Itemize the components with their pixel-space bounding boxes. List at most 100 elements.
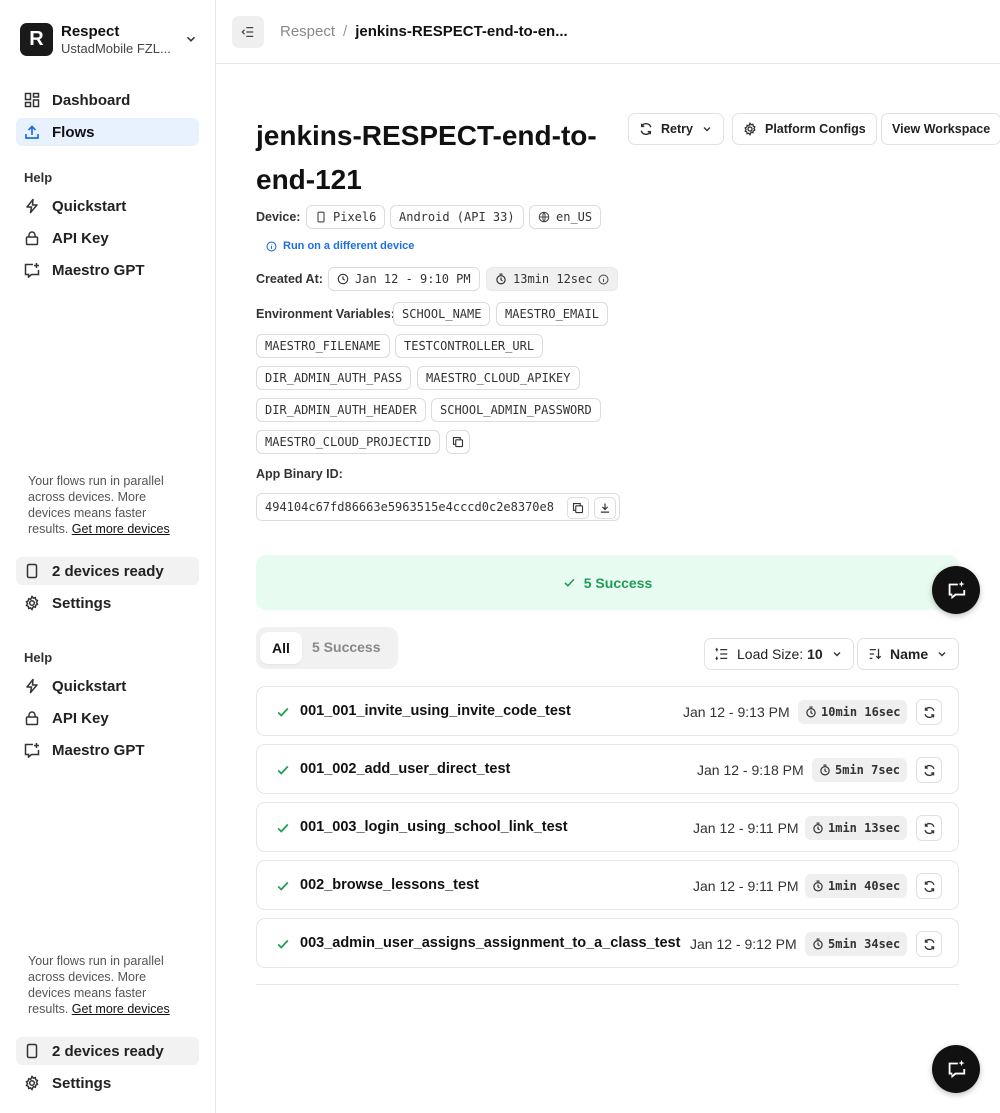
info-icon — [598, 273, 610, 285]
collapse-sidebar-button[interactable] — [232, 16, 264, 48]
globe-icon — [538, 211, 550, 223]
devices-ready-item-2[interactable]: 2 devices ready — [16, 1037, 199, 1065]
view-workspace-button[interactable]: View Workspace — [881, 113, 1000, 145]
platform-configs-label: Platform Configs — [765, 122, 866, 136]
load-size-value: 10 — [807, 646, 823, 662]
rerun-flow-button[interactable] — [916, 757, 942, 783]
flow-row[interactable]: 001_001_invite_using_invite_code_test Ja… — [256, 686, 959, 736]
rerun-flow-button[interactable] — [916, 931, 942, 957]
success-summary-text: 5 Success — [583, 574, 653, 591]
sort-by-label: Name — [890, 646, 929, 662]
sidebar-item-quickstart[interactable]: Quickstart — [16, 192, 199, 220]
rerun-flow-button[interactable] — [916, 815, 942, 841]
run-on-different-device-link[interactable]: Run on a different device — [266, 240, 414, 252]
sidebar-collapse-icon — [241, 26, 254, 38]
filter-all-tab[interactable]: All — [260, 632, 302, 664]
sidebar-item-label: Settings — [52, 594, 112, 612]
sort-by-select[interactable]: Name — [857, 638, 960, 670]
flow-duration-value: 5min 34sec — [828, 937, 901, 951]
gear-icon — [744, 122, 756, 136]
flow-row[interactable]: 001_003_login_using_school_link_test Jan… — [256, 802, 959, 852]
copy-env-vars-button[interactable] — [446, 430, 470, 454]
help-section-label: Help — [24, 170, 53, 185]
sidebar-item-label: Settings — [52, 1074, 112, 1092]
load-size-select[interactable]: Load Size: 10 — [704, 638, 854, 670]
env-var-name: SCHOOL_NAME — [402, 307, 482, 321]
check-icon — [277, 939, 289, 949]
sidebar-item-quickstart-2[interactable]: Quickstart — [16, 672, 199, 700]
flow-duration: 10min 16sec — [798, 700, 908, 724]
ai-chat-button-2[interactable] — [932, 1045, 980, 1093]
copy-icon — [452, 436, 464, 448]
env-var-chip: DIR_ADMIN_AUTH_HEADER — [256, 398, 426, 422]
org-switcher[interactable]: R Respect UstadMobile FZL... — [20, 20, 198, 58]
stopwatch-icon — [820, 764, 830, 776]
status-filter: All 5 Success — [256, 627, 398, 669]
stopwatch-icon — [813, 938, 823, 950]
platform-configs-button[interactable]: Platform Configs — [732, 113, 877, 145]
flow-time: Jan 12 - 9:13 PM — [683, 704, 790, 720]
env-var-name: DIR_ADMIN_AUTH_HEADER — [265, 403, 417, 417]
flow-duration: 1min 40sec — [805, 874, 908, 898]
phone-icon — [26, 1043, 38, 1059]
sidebar-item-settings[interactable]: Settings — [16, 589, 199, 617]
env-var-name: SCHOOL_ADMIN_PASSWORD — [440, 403, 592, 417]
download-binary-button[interactable] — [594, 497, 616, 519]
sidebar-item-label: Quickstart — [52, 677, 127, 695]
rerun-flow-button[interactable] — [916, 873, 942, 899]
copy-binary-id-button[interactable] — [567, 497, 589, 519]
env-var-name: DIR_ADMIN_AUTH_PASS — [265, 371, 403, 385]
created-at-label: Created At: — [256, 272, 323, 286]
env-var-name: MAESTRO_FILENAME — [265, 339, 381, 353]
sidebar-item-maestro-gpt-2[interactable]: Maestro GPT — [16, 736, 199, 764]
rerun-flow-button[interactable] — [916, 699, 942, 725]
flow-row[interactable]: 003_admin_user_assigns_assignment_to_a_c… — [256, 918, 959, 968]
flow-row[interactable]: 001_002_add_user_direct_test Jan 12 - 9:… — [256, 744, 959, 794]
flow-name: 001_001_invite_using_invite_code_test — [300, 703, 571, 719]
device-locale: en_US — [556, 210, 593, 224]
sidebar-item-maestro-gpt[interactable]: Maestro GPT — [16, 256, 199, 284]
run-on-different-device-label: Run on a different device — [283, 240, 415, 252]
created-at-chip: Jan 12 - 9:10 PM — [328, 267, 480, 291]
check-icon — [277, 707, 289, 717]
page-title: jenkins-RESPECT-end-to-end-121 — [256, 120, 597, 195]
copy-icon — [572, 502, 584, 514]
sidebar-item-settings-2[interactable]: Settings — [16, 1069, 199, 1097]
sidebar-item-api-key-2[interactable]: API Key — [16, 704, 199, 732]
chevron-down-icon — [186, 36, 196, 42]
env-var-name: TESTCONTROLLER_URL — [404, 339, 535, 353]
sidebar-item-flows[interactable]: Flows — [16, 118, 199, 146]
get-more-devices-link[interactable]: Get more devices — [72, 522, 170, 536]
check-icon — [277, 881, 289, 891]
load-size-label: Load Size: — [737, 646, 804, 662]
breadcrumb-separator: / — [343, 23, 348, 40]
devices-ready-item[interactable]: 2 devices ready — [16, 557, 199, 585]
ai-chat-button[interactable] — [932, 566, 980, 614]
sidebar-item-api-key[interactable]: API Key — [16, 224, 199, 252]
sidebar-item-dashboard[interactable]: Dashboard — [16, 86, 199, 114]
flow-row[interactable]: 002_browse_lessons_test Jan 12 - 9:11 PM… — [256, 860, 959, 910]
env-var-chip: MAESTRO_CLOUD_PROJECTID — [256, 430, 441, 454]
flow-time: Jan 12 - 9:11 PM — [693, 878, 799, 894]
breadcrumb-root-link[interactable]: Respect — [280, 23, 335, 40]
sidebar-item-label: Maestro GPT — [52, 741, 145, 759]
env-var-name: MAESTRO_CLOUD_APIKEY — [426, 371, 571, 385]
total-duration-chip: 13min 12sec — [486, 267, 619, 291]
lock-icon — [25, 231, 39, 246]
env-var-chip: TESTCONTROLLER_URL — [395, 334, 544, 358]
stopwatch-icon — [496, 273, 506, 285]
flow-duration: 1min 13sec — [805, 816, 908, 840]
stopwatch-icon — [813, 880, 823, 892]
list-bottom-divider — [256, 984, 959, 985]
get-more-devices-link[interactable]: Get more devices — [72, 1002, 170, 1016]
sparkle-chat-icon — [24, 263, 40, 278]
org-text: Respect UstadMobile FZL... — [61, 23, 184, 56]
refresh-icon — [923, 764, 935, 776]
phone-icon — [26, 563, 38, 579]
lightning-icon — [26, 198, 38, 214]
flow-name: 001_002_add_user_direct_test — [300, 761, 511, 777]
retry-button[interactable]: Retry — [628, 113, 724, 145]
device-label: Device: — [256, 210, 301, 224]
device-model-chip: Pixel6 — [306, 205, 386, 229]
filter-success-tab[interactable]: 5 Success — [312, 639, 381, 655]
